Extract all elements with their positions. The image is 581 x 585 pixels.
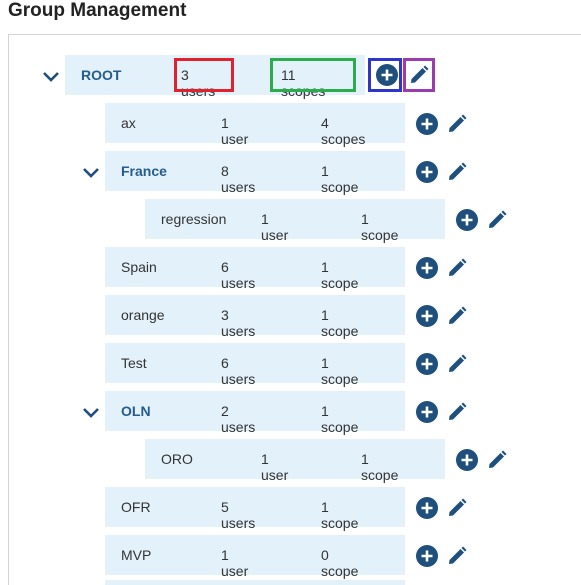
group-name[interactable]: ax	[121, 115, 136, 131]
chevron-down-icon[interactable]	[80, 402, 102, 424]
scope-count: 1 scope	[321, 499, 359, 531]
pencil-icon[interactable]	[486, 449, 508, 471]
group-name[interactable]: Test	[121, 355, 147, 371]
scope-count: 0 scope	[321, 547, 359, 579]
user-count: 1 user	[261, 211, 289, 243]
pencil-icon[interactable]	[446, 161, 468, 183]
plus-circle-icon[interactable]	[416, 113, 438, 135]
scope-count: 1 scope	[321, 163, 359, 195]
scope-count: 1 scope	[321, 307, 359, 339]
user-count: 2 users	[221, 403, 256, 435]
user-count: 8 users	[221, 163, 256, 195]
user-count: 1 user	[221, 115, 249, 147]
scope-count: 4 scopes	[321, 115, 366, 147]
group-name[interactable]: MVP	[121, 547, 151, 563]
plus-circle-icon[interactable]	[416, 305, 438, 327]
group-name[interactable]: OLN	[121, 403, 151, 419]
group-name[interactable]: orange	[121, 307, 165, 323]
pencil-icon[interactable]	[446, 113, 468, 135]
plus-circle-icon[interactable]	[416, 497, 438, 519]
plus-circle-icon[interactable]	[416, 257, 438, 279]
plus-circle-icon[interactable]	[416, 401, 438, 423]
scope-count: 1 scope	[321, 259, 359, 291]
user-count: 5 users	[221, 499, 256, 531]
pencil-icon[interactable]	[446, 545, 468, 567]
plus-circle-icon[interactable]	[456, 209, 478, 231]
group-name[interactable]: ROOT	[81, 67, 121, 83]
scope-count: 1 scope	[361, 451, 399, 483]
scope-count: 1 scope	[361, 211, 399, 243]
page-title: Group Management	[8, 0, 187, 21]
group-name[interactable]: France	[121, 163, 167, 179]
highlight-users	[174, 58, 234, 92]
user-count: 3 users	[221, 307, 256, 339]
user-count: 6 users	[221, 355, 256, 387]
group-name[interactable]: Spain	[121, 259, 157, 275]
pencil-icon[interactable]	[446, 305, 468, 327]
chevron-down-icon[interactable]	[80, 162, 102, 184]
highlight-add	[368, 58, 402, 92]
group-name[interactable]: ORO	[161, 451, 193, 467]
plus-circle-icon[interactable]	[416, 161, 438, 183]
highlight-scopes	[270, 58, 356, 92]
plus-circle-icon[interactable]	[416, 545, 438, 567]
group-name[interactable]: OFR	[121, 499, 151, 515]
user-count: 1 user	[221, 547, 249, 579]
chevron-down-icon[interactable]	[40, 66, 62, 88]
scope-count: 1 scope	[321, 355, 359, 387]
group-name[interactable]: regression	[161, 211, 226, 227]
plus-circle-icon[interactable]	[456, 449, 478, 471]
user-count: 1 user	[261, 451, 289, 483]
pencil-icon[interactable]	[446, 401, 468, 423]
scope-count: 1 scope	[321, 403, 359, 435]
pencil-icon[interactable]	[446, 257, 468, 279]
pencil-icon[interactable]	[486, 209, 508, 231]
pencil-icon[interactable]	[446, 497, 468, 519]
pencil-icon[interactable]	[446, 353, 468, 375]
tree-row-partial	[105, 580, 405, 585]
highlight-edit	[403, 58, 435, 92]
user-count: 6 users	[221, 259, 256, 291]
plus-circle-icon[interactable]	[416, 353, 438, 375]
